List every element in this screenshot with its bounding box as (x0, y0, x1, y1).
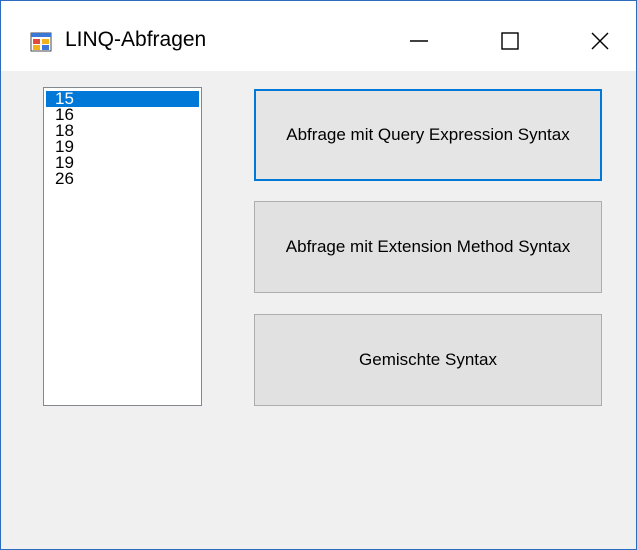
close-icon (591, 32, 609, 50)
main-window: LINQ-Abfragen 15 16 18 19 19 26 Abfrage … (0, 0, 637, 550)
list-item[interactable]: 26 (46, 170, 199, 187)
title-bar[interactable]: LINQ-Abfragen (1, 1, 636, 71)
minimize-icon (410, 40, 428, 42)
mixed-syntax-button[interactable]: Gemischte Syntax (254, 314, 602, 406)
maximize-icon (501, 32, 519, 50)
winforms-app-icon (30, 32, 52, 52)
extension-method-button[interactable]: Abfrage mit Extension Method Syntax (254, 201, 602, 293)
window-title: LINQ-Abfragen (65, 28, 207, 51)
maximize-button[interactable] (485, 19, 535, 63)
query-expression-button[interactable]: Abfrage mit Query Expression Syntax (254, 89, 602, 181)
minimize-button[interactable] (394, 19, 444, 63)
numbers-listbox[interactable]: 15 16 18 19 19 26 (43, 87, 202, 406)
close-button[interactable] (575, 19, 625, 63)
